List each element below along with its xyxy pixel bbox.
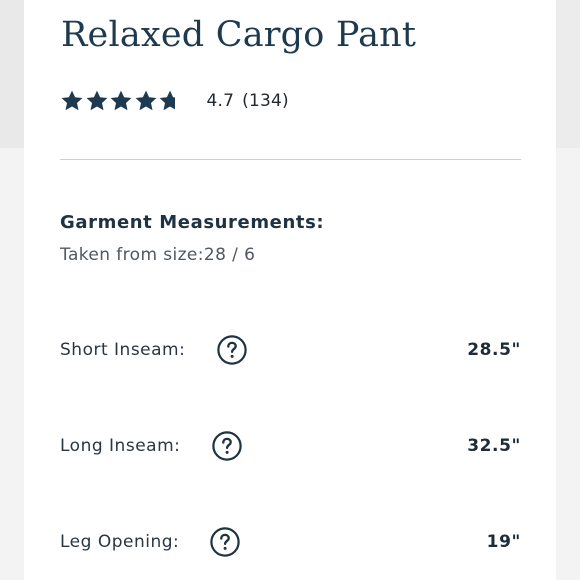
measurement-label: Short Inseam: (60, 340, 186, 360)
background-strip-right (556, 0, 580, 148)
measurement-row-leg-opening: Leg Opening: 19" (60, 522, 521, 562)
section-divider (60, 159, 521, 160)
review-count: (134) (242, 91, 289, 111)
background-strip-left (0, 0, 24, 148)
question-circle-icon[interactable] (211, 430, 243, 462)
rating-value: 4.7 (206, 91, 235, 111)
measurement-value: 28.5" (467, 340, 521, 360)
measurement-label: Leg Opening: (60, 532, 180, 552)
measurement-value: 32.5" (467, 436, 521, 456)
question-circle-icon[interactable] (216, 334, 248, 366)
measurement-row-long-inseam: Long Inseam: 32.5" (60, 426, 521, 466)
product-title: Relaxed Cargo Pant (61, 15, 417, 55)
measurement-label: Long Inseam: (60, 436, 181, 456)
star-icon (61, 90, 83, 111)
rating-summary: 4.7 (134) (207, 91, 289, 111)
measurement-value: 19" (486, 532, 521, 552)
question-circle-icon[interactable] (209, 526, 241, 558)
measurements-subheading: Taken from size:28 / 6 (60, 245, 256, 265)
rating-stars (60, 89, 183, 113)
product-details-panel: Relaxed Cargo Pant 4.7 (134) Garment Meas… (24, 0, 556, 580)
measurement-row-short-inseam: Short Inseam: 28.5" (60, 330, 521, 370)
star-icon (110, 90, 132, 111)
star-partial-icon (159, 90, 175, 111)
product-rating[interactable]: 4.7 (134) (60, 88, 289, 114)
star-icon (135, 90, 156, 111)
star-icon (86, 90, 107, 111)
measurements-heading: Garment Measurements: (60, 212, 325, 233)
